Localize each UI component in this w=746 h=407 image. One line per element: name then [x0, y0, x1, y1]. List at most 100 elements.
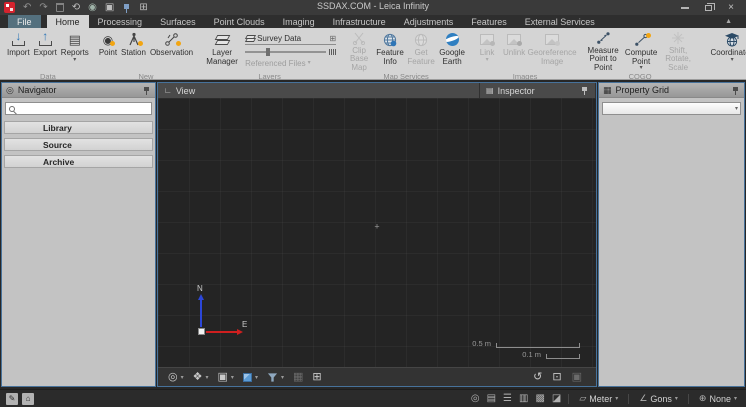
crs-dropdown[interactable]: ⊕ None ▾ [696, 393, 740, 404]
status-home-button[interactable]: ⌂ [22, 393, 34, 405]
dropdown-caret-icon: ▾ [231, 374, 234, 381]
navigator-section-library[interactable]: Library [4, 121, 153, 134]
tab-inspector[interactable]: ▤ Inspector [480, 83, 596, 98]
feature-info-button[interactable]: Feature Info [374, 30, 406, 72]
archive-icon[interactable]: ▣ [105, 3, 114, 13]
accent-dot [517, 41, 522, 46]
inspector-toggle-icon[interactable]: ▤ [487, 393, 496, 404]
report-toggle-icon[interactable]: ▩ [535, 393, 544, 404]
slider-handle[interactable] [266, 48, 270, 56]
dropdown-caret-icon: ▾ [255, 374, 258, 381]
divider [568, 394, 569, 404]
property-grid-pin-icon[interactable] [732, 86, 740, 95]
layer-manager-button[interactable]: Layer Manager [201, 30, 243, 72]
status-edit-button[interactable]: ✎ [6, 393, 18, 405]
tab-home[interactable]: Home [47, 15, 89, 28]
navigator-search[interactable] [5, 102, 152, 115]
accent-dot [110, 41, 115, 46]
view-axis-icon: ∟ [164, 86, 172, 95]
active-layer-dropdown-icon[interactable]: ⊞ [329, 35, 336, 43]
filter-button[interactable]: ▾ [267, 372, 284, 383]
tab-infrastructure[interactable]: Infrastructure [324, 15, 395, 28]
view-mode-button[interactable]: ◎▾ [168, 372, 184, 383]
window-title: SSDAX.COM - Leica Infinity [317, 1, 429, 11]
ribbon-group-new: Point Station Observation New [94, 28, 198, 79]
navigator-section-archive[interactable]: Archive [4, 155, 153, 168]
statusbar: ✎ ⌂ ◎ ▤ ☰ ▥ ▩ ◪ ▱ Meter ▾ ∠ Gons ▾ ⊕ [0, 389, 746, 407]
compute-point-button[interactable]: Compute Point ▾ [624, 30, 658, 72]
navigator-section-source[interactable]: Source [4, 138, 153, 151]
layers-toggle-icon[interactable]: ▥ [519, 393, 528, 404]
new-station-button[interactable]: Station [119, 30, 148, 72]
document-tab-bar: ∟ View ▤ Inspector [158, 83, 596, 98]
slider-track[interactable] [245, 51, 326, 53]
tab-external-services[interactable]: External Services [516, 15, 604, 28]
georeference-image-button: Georeference Image [528, 30, 576, 72]
tab-point-clouds[interactable]: Point Clouds [205, 15, 274, 28]
delete-icon[interactable] [56, 3, 64, 12]
view-pin-icon[interactable] [581, 86, 589, 95]
new-window-icon[interactable]: ⊞ [139, 3, 147, 13]
pin-icon[interactable] [122, 3, 131, 13]
reports-button[interactable]: Reports ▾ [59, 30, 91, 72]
point-icon [103, 33, 113, 47]
titlebar: ↶ ↷ ⟲ ◉ ▣ ⊞ SSDAX.COM - Leica Infinity × [0, 0, 746, 15]
grid-toggle-button[interactable]: ⊞ [312, 372, 321, 383]
coordinates-button[interactable]: Coordinates ▾ [704, 30, 746, 72]
dropdown-caret-icon: ▾ [486, 58, 489, 63]
content-button[interactable]: ▣▾ [218, 372, 234, 383]
collapse-ribbon-icon[interactable]: ▲ [725, 18, 732, 25]
feature-info-icon [383, 33, 397, 47]
background-color-button[interactable]: ▾ [243, 373, 258, 382]
leica-logo-icon[interactable] [4, 2, 15, 13]
object-selector[interactable]: ▾ [602, 102, 741, 115]
window-controls: × [681, 0, 746, 15]
export-button[interactable]: Export [32, 30, 59, 72]
tab-imaging[interactable]: Imaging [274, 15, 324, 28]
clip-base-map-button: Clip Base Map [344, 30, 374, 72]
ribbon-tab-row: File Home Processing Surfaces Point Clou… [0, 15, 746, 28]
length-unit-dropdown[interactable]: ▱ Meter ▾ [576, 393, 621, 404]
navigator-header: ◎ Navigator [2, 83, 155, 98]
tab-features[interactable]: Features [462, 15, 516, 28]
import-button[interactable]: Import [5, 30, 32, 72]
close-button[interactable]: × [728, 3, 734, 13]
get-feature-icon [414, 33, 428, 47]
restore-button[interactable] [705, 5, 712, 11]
stamp-icon[interactable]: ◉ [88, 3, 97, 13]
referenced-files-button[interactable]: Referenced Files ▾ [245, 59, 336, 68]
active-layer-combo[interactable]: Survey Data ⊞ [245, 33, 336, 45]
property-grid-icon: ▦ [603, 86, 612, 95]
navigator-pin-icon[interactable] [143, 86, 151, 95]
new-point-button[interactable]: Point [97, 30, 119, 72]
layer-transparency-slider[interactable] [245, 48, 336, 56]
navigator-toggle-icon[interactable]: ◎ [471, 393, 480, 404]
google-earth-icon [446, 33, 459, 46]
minimize-button[interactable] [681, 7, 689, 9]
style-button[interactable]: ❖▾ [193, 372, 209, 383]
referenced-files-label: Referenced Files [245, 59, 305, 68]
quick-access-toolbar: ↶ ↷ ⟲ ◉ ▣ ⊞ [0, 2, 148, 13]
refresh-view-icon[interactable]: ↺ [533, 372, 542, 383]
map-canvas[interactable]: + N E 0.5 m 0.1 m [158, 98, 596, 367]
sync-icon[interactable]: ⟲ [72, 3, 80, 13]
undo-icon[interactable]: ↶ [23, 3, 31, 13]
media-toggle-icon[interactable]: ◪ [552, 393, 561, 404]
coordinates-icon [724, 32, 740, 48]
new-observation-button[interactable]: Observation [148, 30, 195, 72]
import-icon [11, 32, 26, 47]
tab-adjustments[interactable]: Adjustments [395, 15, 463, 28]
tab-processing[interactable]: Processing [89, 15, 152, 28]
list-view-toggle-icon[interactable]: ☰ [503, 393, 512, 404]
tab-view[interactable]: ∟ View [158, 83, 480, 98]
google-earth-button[interactable]: Google Earth [436, 30, 468, 72]
zoom-extents-icon[interactable]: ⊡ [552, 372, 561, 383]
angle-unit-dropdown[interactable]: ∠ Gons ▾ [636, 393, 681, 404]
shift-rotate-scale-icon [671, 31, 685, 45]
tab-file[interactable]: File [8, 15, 41, 28]
navigator-search-input[interactable] [18, 104, 148, 114]
measure-point-to-point-button[interactable]: Measure Point to Point [582, 30, 624, 72]
tab-surfaces[interactable]: Surfaces [151, 15, 205, 28]
redo-icon[interactable]: ↷ [39, 3, 47, 13]
content-icon: ▣ [218, 372, 228, 383]
